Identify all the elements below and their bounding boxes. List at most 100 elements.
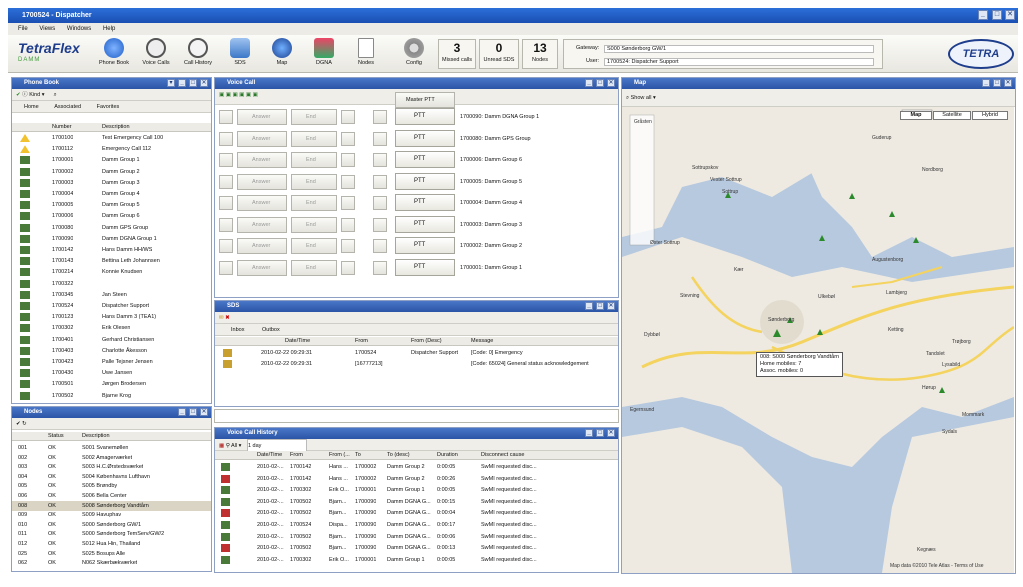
pin-icon[interactable]: ▾ [167, 79, 175, 87]
close-pane-button[interactable]: ✕ [607, 429, 615, 437]
history-row[interactable]: 2010-02-... 1700302 Erik O... 1700001 Damm G… [215, 485, 618, 495]
tab-favorites[interactable]: Favorites [97, 104, 120, 110]
speaker-icon[interactable] [219, 110, 233, 124]
filter-dropdown[interactable]: All [231, 443, 237, 449]
phone-book-row[interactable]: 1700003 Damm Group 3 [12, 178, 211, 188]
maximize-pane-button[interactable]: □ [189, 408, 197, 416]
volume-icon[interactable] [341, 196, 355, 210]
mute-icon[interactable] [373, 217, 387, 232]
menu-views[interactable]: Views [39, 26, 55, 32]
minimize-button[interactable]: _ [978, 10, 988, 20]
phone-book-row[interactable]: 1700401 Gerhard Christiansen [12, 335, 211, 345]
mute-icon[interactable] [373, 174, 387, 189]
new-message-icon[interactable]: ✉ [219, 315, 224, 321]
close-pane-button[interactable]: ✕ [607, 302, 615, 310]
volume-icon[interactable] [341, 217, 355, 232]
missed-calls-counter[interactable]: 3 Missed calls [438, 39, 476, 69]
maximize-pane-button[interactable]: □ [596, 302, 604, 310]
phone-book-row[interactable]: 1700345 Jan Steen [12, 290, 211, 300]
history-row[interactable]: 2010-02-... 1700142 Hans ... 1700002 Damm Gr… [215, 474, 618, 484]
close-button[interactable]: ✕ [1005, 10, 1015, 20]
map-type-map-button[interactable]: Map [900, 111, 932, 120]
mute-icon[interactable] [373, 153, 387, 167]
tab-home[interactable]: Home [24, 104, 39, 110]
info-icon[interactable]: ⓘ [22, 92, 28, 98]
ptt-button[interactable]: PTT [395, 108, 455, 125]
node-row[interactable]: 010 OK S000 Sønderborg GW/1 [12, 520, 211, 530]
delete-icon[interactable]: ✖ [225, 315, 230, 321]
phone-book-row[interactable]: 1700006 Damm Group 6 [12, 211, 211, 221]
phone-book-row[interactable]: 1700080 Damm GPS Group [12, 223, 211, 233]
minimize-pane-button[interactable]: _ [178, 79, 186, 87]
answer-button[interactable]: Answer [237, 152, 287, 168]
mute-icon[interactable] [373, 260, 387, 275]
ptt-button[interactable]: PTT [395, 237, 455, 254]
maximize-button[interactable]: □ [992, 10, 1002, 20]
node-row[interactable]: 062 OK N062 Skærbækværket [12, 558, 211, 568]
nodes-counter[interactable]: 13 Nodes [522, 39, 558, 69]
menu-help[interactable]: Help [103, 26, 115, 32]
kind-dropdown[interactable]: Kind [29, 92, 40, 98]
binoculars-icon[interactable]: ⌕ [54, 92, 57, 98]
history-row[interactable]: 2010-02-... 1700524 Dispa... 1700090 Damm DG… [215, 520, 618, 530]
minimize-pane-button[interactable]: _ [982, 79, 990, 87]
answer-button[interactable]: Answer [237, 109, 287, 125]
sds-row[interactable]: 2010-02-22 09:29:31 [16777213] [Code: 6502… [215, 359, 618, 369]
speaker-icon[interactable] [219, 217, 233, 232]
end-button[interactable]: End [291, 238, 337, 254]
phone-book-row[interactable]: 1700142 Hans Damm HH/WS [12, 245, 211, 255]
ptt-button[interactable]: PTT [395, 151, 455, 168]
phone-book-row[interactable]: 1700143 Bettina Leth Johannsen [12, 256, 211, 266]
voice-calls-button[interactable]: Voice Calls [136, 38, 176, 66]
phone-book-row[interactable]: 1700403 Charlotte Åkesson [12, 346, 211, 356]
dgna-button[interactable]: DGNA [304, 38, 344, 66]
answer-button[interactable]: Answer [237, 259, 287, 276]
end-button[interactable]: End [291, 152, 337, 168]
refresh-icon[interactable]: ↻ [22, 421, 27, 427]
close-pane-button[interactable]: ✕ [200, 79, 208, 87]
map-button[interactable]: Map [262, 38, 302, 66]
minimize-pane-button[interactable]: _ [585, 302, 593, 310]
phone-book-row[interactable]: 1700524 Dispatcher Support [12, 301, 211, 311]
phone-book-row[interactable]: 1700214 Konnie Knudsen [12, 267, 211, 277]
end-button[interactable]: End [291, 130, 337, 147]
end-button[interactable]: End [291, 216, 337, 233]
phone-book-row[interactable]: 1700302 Erik Olesen [12, 323, 211, 333]
end-button[interactable]: End [291, 195, 337, 211]
speaker-icon[interactable] [219, 239, 233, 253]
maximize-pane-button[interactable]: □ [993, 79, 1001, 87]
mute-icon[interactable] [373, 110, 387, 124]
end-button[interactable]: End [291, 173, 337, 190]
node-row[interactable]: 002 OK S002 Amagerværket [12, 453, 211, 463]
close-pane-button[interactable]: ✕ [200, 408, 208, 416]
check-icon[interactable]: ✔ [16, 421, 21, 427]
phone-book-row[interactable]: 1700090 Damm DGNA Group 1 [12, 234, 211, 244]
ptt-button[interactable]: PTT [395, 258, 455, 276]
end-button[interactable]: End [291, 109, 337, 125]
history-row[interactable]: 2010-02-... 1700502 Bjarn... 1700090 Damm DG… [215, 532, 618, 542]
mute-icon[interactable] [373, 196, 387, 210]
phone-book-row[interactable]: 1700430 Uwe Jansen [12, 368, 211, 378]
phone-book-row[interactable]: 1700100 Test Emergency Call 100 [12, 133, 211, 143]
call-history-button[interactable]: Call History [178, 38, 218, 66]
answer-button[interactable]: Answer [237, 238, 287, 254]
history-row[interactable]: 2010-02-... 1700142 Hans ... 1700002 Damm Gr… [215, 462, 618, 472]
answer-button[interactable]: Answer [237, 130, 287, 147]
minimize-pane-button[interactable]: _ [585, 79, 593, 87]
phone-book-row[interactable]: 1700002 Damm Group 2 [12, 167, 211, 177]
history-row[interactable]: 2010-02-... 1700502 Bjarn... 1700090 Damm DG… [215, 497, 618, 507]
maximize-pane-button[interactable]: □ [596, 429, 604, 437]
menu-file[interactable]: File [18, 26, 28, 32]
history-row[interactable]: 2010-02-... 1700502 Bjarn... 1700090 Damm DG… [215, 508, 618, 518]
master-ptt-button[interactable]: Master PTT [395, 92, 455, 108]
filter-icon[interactable]: ⚲ [226, 443, 230, 449]
maximize-pane-button[interactable]: □ [596, 79, 604, 87]
tab-inbox[interactable]: Inbox [231, 327, 244, 333]
minimize-pane-button[interactable]: _ [178, 408, 186, 416]
call-icons[interactable]: ▣ ▣ ▣ ▣ ▣ ▣ [219, 92, 258, 98]
volume-icon[interactable] [341, 131, 355, 146]
map-type-satellite-button[interactable]: Satellite [933, 111, 971, 120]
volume-icon[interactable] [341, 153, 355, 167]
mute-icon[interactable] [373, 131, 387, 146]
node-row[interactable]: 011 OK S000 Sønderborg TemServ/GW/2 [12, 529, 211, 539]
